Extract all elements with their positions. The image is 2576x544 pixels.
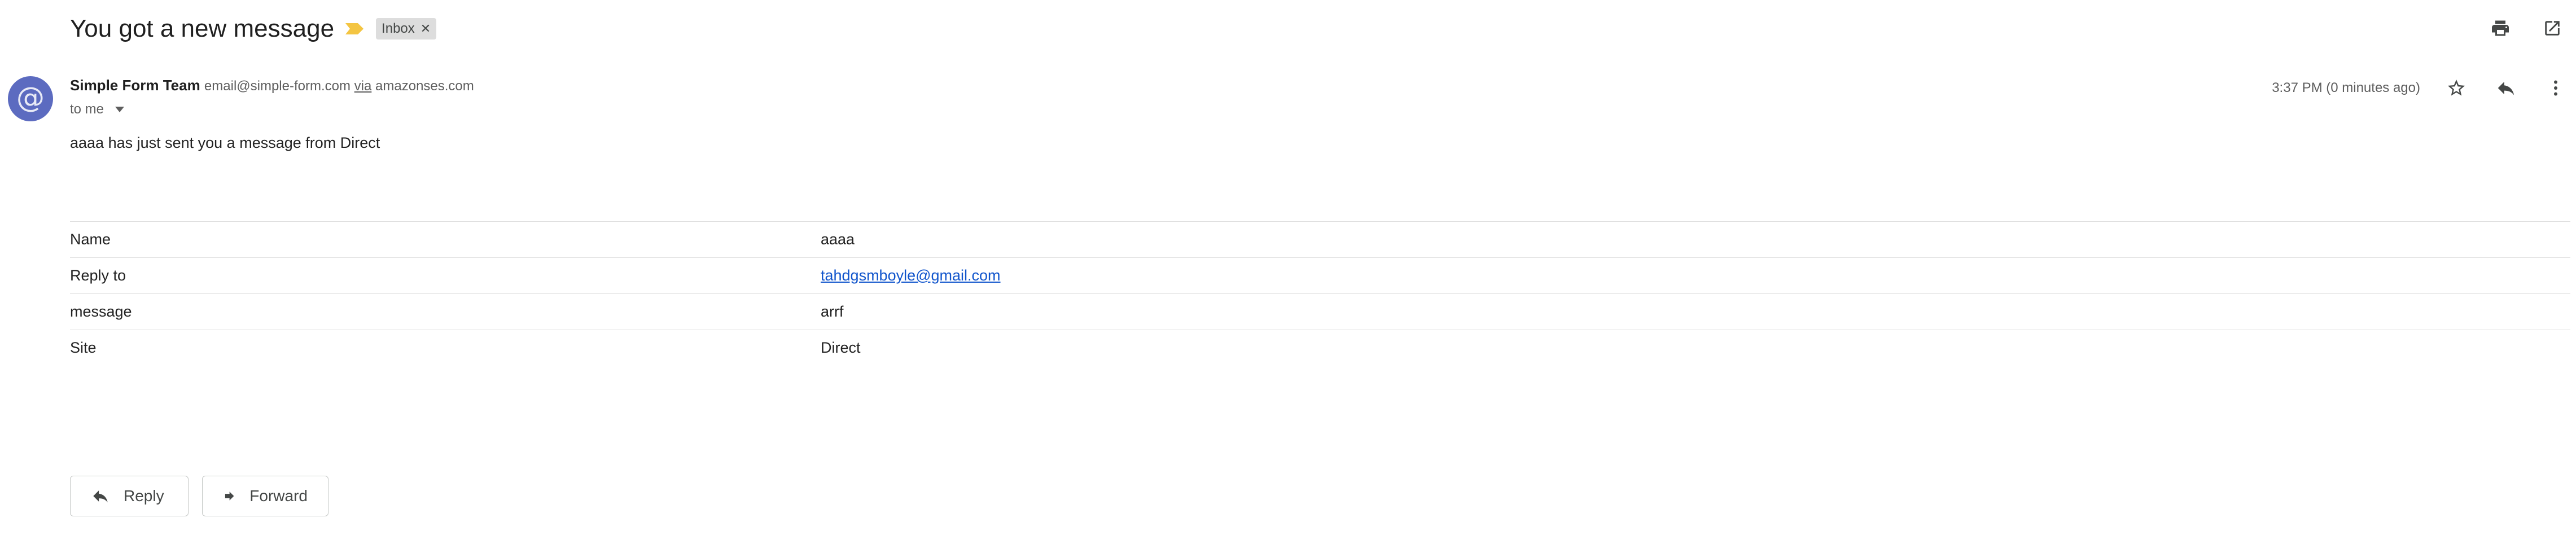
reply-to-email-link[interactable]: tahdgsmboyle@gmail.com [821, 267, 1001, 284]
field-key: Site [70, 330, 821, 366]
forward-button[interactable]: Forward [202, 476, 328, 516]
table-row: Name aaaa [70, 221, 2570, 258]
star-icon[interactable] [2443, 74, 2470, 102]
label-text: Inbox [382, 21, 415, 36]
forward-icon [225, 492, 234, 501]
message-intro: aaaa has just sent you a message from Di… [70, 134, 380, 151]
sender-email: email@simple-form.com [204, 78, 351, 94]
chevron-down-icon [115, 107, 125, 112]
print-icon[interactable] [2487, 15, 2514, 42]
reply-button[interactable]: Reply [70, 476, 189, 516]
field-key: message [70, 293, 821, 330]
email-view: You got a new message Inbox ✕ @ Simple F… [0, 0, 2576, 544]
field-key: Name [70, 221, 821, 258]
via-domain: amazonses.com [375, 78, 474, 94]
message-timestamp: 3:37 PM (0 minutes ago) [2272, 80, 2420, 95]
svg-text:@: @ [16, 81, 45, 114]
recipient-details-toggle[interactable]: to me [70, 102, 125, 117]
field-value-cell: tahdgsmboyle@gmail.com [821, 257, 2570, 294]
reply-icon[interactable] [2492, 74, 2520, 102]
table-row: Site Direct [70, 330, 2570, 366]
sender-avatar[interactable]: @ [8, 76, 53, 121]
top-actions [2487, 15, 2566, 42]
at-sign-icon: @ [16, 81, 45, 114]
reply-button-label: Reply [124, 487, 164, 504]
open-in-new-window-icon[interactable] [2539, 15, 2566, 42]
field-value: aaaa [821, 221, 2570, 258]
submission-fields-table: Name aaaa Reply to tahdgsmboyle@gmail.co… [70, 221, 2570, 366]
email-subject: You got a new message [70, 15, 335, 42]
table-row: Reply to tahdgsmboyle@gmail.com [70, 257, 2570, 294]
forward-button-label: Forward [249, 487, 308, 504]
inbox-label-chip: Inbox ✕ [376, 18, 437, 40]
sender-line: Simple Form Team email@simple-form.com v… [70, 77, 474, 94]
field-key: Reply to [70, 257, 821, 294]
subject-row: You got a new message Inbox ✕ [70, 10, 437, 47]
message-meta: 3:37 PM (0 minutes ago) [2272, 74, 2569, 102]
reply-icon [93, 490, 108, 503]
sender-email-group: email@simple-form.com via amazonses.com [204, 78, 474, 94]
field-value: arrf [821, 293, 2570, 330]
recipient-text: to me [70, 102, 104, 117]
bottom-actions: Reply Forward [70, 476, 328, 516]
field-value: Direct [821, 330, 2570, 366]
via-link[interactable]: via [354, 78, 372, 94]
more-options-icon[interactable] [2542, 74, 2569, 102]
table-row: message arrf [70, 293, 2570, 330]
remove-label-icon[interactable]: ✕ [420, 21, 431, 36]
sender-name[interactable]: Simple Form Team [70, 77, 200, 94]
importance-marker-icon[interactable] [344, 21, 366, 37]
